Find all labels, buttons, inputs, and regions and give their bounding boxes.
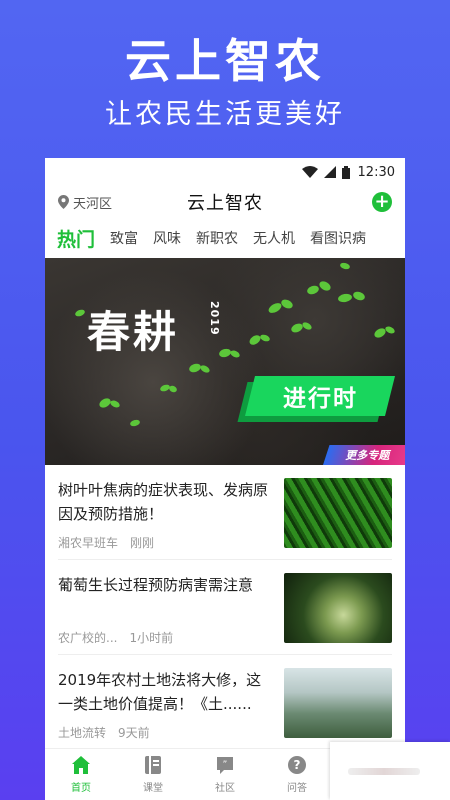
article-thumbnail <box>284 478 392 548</box>
article-source: 农广校的... <box>58 631 118 645</box>
overlay-box <box>330 742 450 800</box>
tab-disease-id[interactable]: 看图识病 <box>310 228 366 248</box>
article-time: 1小时前 <box>129 631 174 645</box>
seedlings-illustration <box>75 262 395 427</box>
svg-text:?: ? <box>294 758 301 772</box>
more-topics-button[interactable]: 更多专题 <box>323 445 405 465</box>
article-time: 刚刚 <box>130 536 155 550</box>
banner-main-text: 春耕 <box>87 308 179 358</box>
overlay-decoration <box>348 768 420 775</box>
promo-subtitle: 让农民生活更美好 <box>105 99 345 130</box>
tab-new-farmer[interactable]: 新职农 <box>196 228 238 248</box>
list-item[interactable]: 2019年农村土地法将大修，这一类土地价值提高！《土...... 土地流转 9天… <box>58 655 392 750</box>
tab-drone[interactable]: 无人机 <box>253 228 295 248</box>
add-button[interactable]: + <box>372 192 392 212</box>
category-tabs: 热门 致富 风味 新职农 无人机 看图识病 <box>45 218 405 258</box>
article-title: 树叶叶焦病的症状表现、发病原因及预防措施！ <box>58 481 269 523</box>
home-icon <box>72 756 90 774</box>
article-list: 树叶叶焦病的症状表现、发病原因及预防措施！ 湘农早班车 刚刚 葡萄生长过程预防病… <box>45 465 405 750</box>
book-icon <box>145 756 161 774</box>
plus-icon: + <box>374 191 390 212</box>
question-icon: ? <box>288 756 306 774</box>
banner-year: 2019 <box>208 301 221 336</box>
tab-wealth[interactable]: 致富 <box>110 228 138 248</box>
article-title: 2019年农村土地法将大修，这一类土地价值提高！《土...... <box>58 671 262 713</box>
svg-text:”: ” <box>223 760 228 770</box>
article-source: 湘农早班车 <box>58 536 119 550</box>
more-topics-label: 更多专题 <box>345 449 390 462</box>
tab-flavor[interactable]: 风味 <box>153 228 181 248</box>
promo-title: 云上智农 <box>125 34 325 88</box>
community-icon: ” <box>217 757 233 774</box>
status-time: 12:30 <box>357 164 395 180</box>
nav-classroom[interactable]: 课堂 <box>117 755 189 794</box>
nav-community[interactable]: ” 社区 <box>189 755 261 794</box>
wifi-icon <box>301 166 318 178</box>
nav-community-label: 社区 <box>215 783 235 794</box>
phone-screen: 12:30 天河区 云上智农 + 热门 致富 风味 新职农 无人机 看图识病 春… <box>45 158 405 800</box>
nav-classroom-label: 课堂 <box>143 783 163 794</box>
nav-home-label: 首页 <box>71 783 91 794</box>
location-pin-icon <box>58 195 69 209</box>
battery-icon <box>341 165 350 179</box>
list-item[interactable]: 葡萄生长过程预防病害需注意 农广校的... 1小时前 <box>58 560 392 655</box>
nav-home[interactable]: 首页 <box>45 755 117 794</box>
nav-qa[interactable]: ? 问答 <box>261 755 333 794</box>
signal-icon <box>323 166 336 178</box>
list-item[interactable]: 树叶叶焦病的症状表现、发病原因及预防措施！ 湘农早班车 刚刚 <box>58 465 392 560</box>
banner-tag-label: 进行时 <box>282 386 358 412</box>
tab-hot[interactable]: 热门 <box>57 225 95 252</box>
location-selector[interactable]: 天河区 <box>58 193 112 212</box>
article-source: 土地流转 <box>58 726 107 740</box>
article-thumbnail <box>284 573 392 643</box>
article-time: 9天前 <box>118 726 150 740</box>
location-label: 天河区 <box>73 196 113 212</box>
status-bar: 12:30 <box>45 158 405 186</box>
article-title: 葡萄生长过程预防病害需注意 <box>58 576 254 594</box>
banner-tag: 进行时 <box>245 376 395 416</box>
nav-qa-label: 问答 <box>287 783 307 794</box>
article-thumbnail <box>284 668 392 738</box>
top-bar: 天河区 云上智农 + <box>45 186 405 218</box>
spring-plowing-banner[interactable]: 春耕 2019 进行时 更多专题 <box>45 258 405 465</box>
